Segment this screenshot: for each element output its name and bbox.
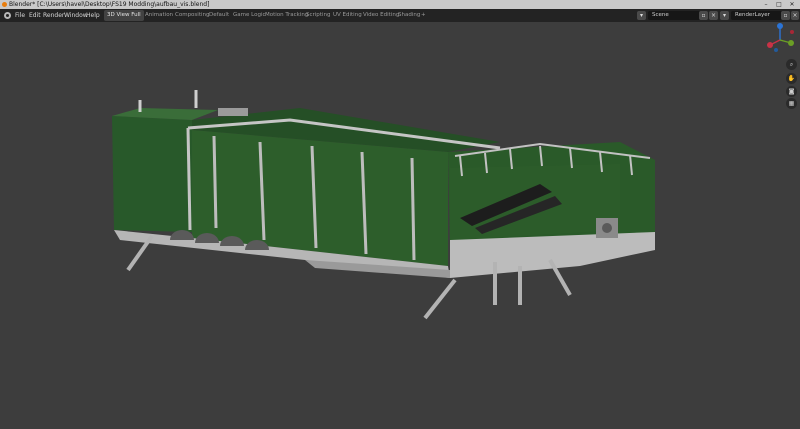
zoom-icon[interactable]: ⌕	[786, 59, 797, 70]
add-workspace-button[interactable]: +	[421, 10, 426, 21]
menu-file[interactable]: File	[15, 9, 25, 22]
scene-copy-icon[interactable]: ▫	[699, 11, 708, 20]
tab-scripting[interactable]: Scripting	[306, 10, 330, 21]
blender-logo-icon[interactable]	[4, 12, 11, 19]
renderlayer-remove-icon[interactable]: ×	[791, 11, 799, 20]
tab-video-editing[interactable]: Video Editing	[363, 10, 399, 21]
gizmo-neg-z[interactable]	[774, 48, 778, 52]
scene-selector[interactable]: Scene	[648, 11, 702, 20]
close-button[interactable]: ✕	[786, 0, 798, 9]
scene-remove-icon[interactable]: ×	[709, 11, 718, 20]
renderlayer-selector[interactable]: RenderLayer	[731, 11, 783, 20]
gizmo-neg-x[interactable]	[790, 30, 794, 34]
gizmo-y-axis[interactable]	[788, 40, 794, 46]
camera-icon[interactable]: ◙	[786, 86, 797, 97]
renderlayer-copy-icon[interactable]: ▫	[781, 11, 790, 20]
menu-edit[interactable]: Edit	[29, 9, 41, 22]
maximize-button[interactable]: □	[773, 0, 785, 9]
menu-render[interactable]: Render	[43, 9, 64, 22]
window-titlebar: Blender* [C:\Users\havel\Desktop\FS19 Mo…	[0, 0, 800, 9]
tab-3d-view-full[interactable]: 3D View Full	[104, 10, 144, 21]
scene-browse-icon[interactable]: ▾	[637, 11, 646, 20]
tab-default[interactable]: Default	[209, 10, 229, 21]
tab-uv-editing[interactable]: UV Editing	[333, 10, 362, 21]
blender-app-icon	[2, 2, 7, 7]
tab-compositing[interactable]: Compositing	[175, 10, 209, 21]
tab-animation[interactable]: Animation	[145, 10, 173, 21]
tab-motion-tracking[interactable]: Motion Tracking	[265, 10, 308, 21]
hand-icon[interactable]: ✋	[786, 73, 797, 84]
menu-window[interactable]: Window	[64, 9, 88, 22]
menu-help[interactable]: Help	[86, 9, 100, 22]
window-title: Blender* [C:\Users\havel\Desktop\FS19 Mo…	[9, 1, 210, 8]
tab-game-logic[interactable]: Game Logic	[233, 10, 266, 21]
tab-shading[interactable]: Shading	[398, 10, 420, 21]
navigation-gizmo[interactable]	[764, 22, 796, 54]
gizmo-z-axis[interactable]	[777, 23, 783, 29]
minimize-button[interactable]: –	[760, 0, 772, 9]
trailer-3d-model[interactable]	[100, 80, 660, 330]
renderlayer-browse-icon[interactable]: ▾	[720, 11, 729, 20]
gizmo-x-axis[interactable]	[767, 42, 773, 48]
grid-icon[interactable]: ▦	[786, 98, 797, 109]
